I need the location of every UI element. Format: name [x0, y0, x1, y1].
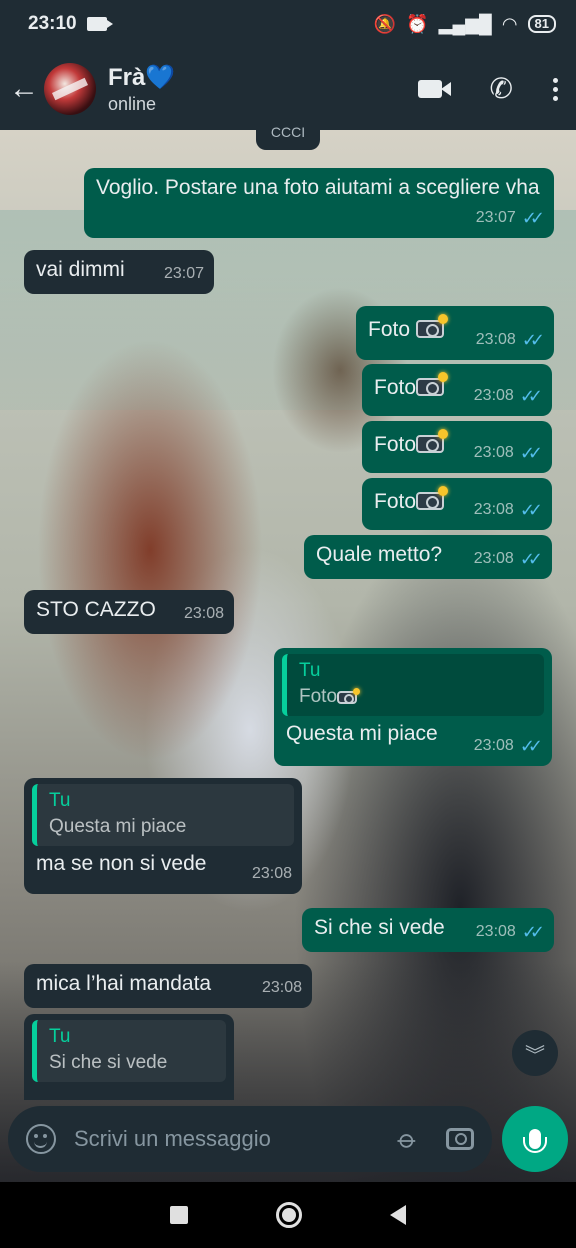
quote-text: Foto — [299, 684, 534, 710]
camera-flash-icon — [415, 314, 448, 338]
read-ticks-icon: ✓✓ — [519, 386, 543, 406]
quoted-message[interactable]: Tu Foto — [282, 654, 544, 716]
read-ticks-icon: ✓✓ — [519, 549, 543, 569]
emoji-icon[interactable] — [26, 1124, 56, 1154]
battery-icon: 81 — [527, 15, 556, 33]
message-out[interactable]: Foto 23:08 ✓✓ — [362, 478, 552, 530]
chat-header: ← Frà💙 online ✆ — [0, 48, 576, 130]
message-meta: 23:08 — [183, 605, 224, 622]
back-arrow-icon[interactable]: ← — [8, 72, 40, 106]
alarm-icon: ⏰ — [406, 14, 429, 34]
message-meta: 23:08 ✓✓ — [476, 918, 545, 946]
message-meta: 23:08 ✓✓ — [476, 326, 545, 354]
double-chevron-down-icon: ︾ — [525, 1044, 545, 1067]
recents-button[interactable] — [170, 1206, 188, 1224]
contact-avatar[interactable] — [44, 63, 96, 115]
camera-icon[interactable] — [446, 1128, 474, 1150]
status-bar: 23:10 🔕 ⏰ ▂▄▆█ ◠ 81 — [0, 0, 576, 48]
message-meta: 23:08 — [261, 979, 302, 996]
message-in[interactable]: vai dimmi 23:07 — [24, 250, 214, 294]
message-meta: 23:08 — [251, 865, 292, 882]
message-meta: 23:08 ✓✓ — [474, 732, 543, 760]
mute-bell-icon: 🔕 — [373, 14, 397, 34]
message-in[interactable]: STO CAZZO 23:08 — [24, 590, 234, 634]
contact-status: online — [108, 94, 157, 114]
back-button[interactable] — [390, 1205, 406, 1225]
message-text: mica l’hai mandata — [36, 972, 212, 995]
more-options-icon[interactable] — [553, 77, 558, 101]
message-out[interactable]: Foto 23:08 ✓✓ — [362, 421, 552, 473]
message-meta: 23:07 — [163, 265, 204, 282]
quote-author: Tu — [49, 790, 71, 811]
quote-text: Questa mi piace — [49, 816, 187, 837]
quote-author: Tu — [299, 660, 321, 681]
message-text: STO CAZZO — [36, 598, 156, 621]
message-text: Foto — [368, 318, 416, 341]
system-nav-bar — [0, 1182, 576, 1248]
quoted-message[interactable]: Tu Si che si vede — [32, 1020, 226, 1082]
message-text: Foto — [374, 433, 417, 456]
message-text: Si che si vede — [314, 916, 445, 939]
voice-message-button[interactable] — [502, 1106, 568, 1172]
message-out[interactable]: Foto 23:08 ✓✓ — [362, 364, 552, 416]
contact-name: Frà💙 — [108, 64, 176, 91]
message-text: Foto — [374, 490, 417, 513]
message-text: Foto — [374, 376, 417, 399]
message-in[interactable]: mica l’hai mandata 23:08 — [24, 964, 312, 1008]
home-button[interactable] — [276, 1202, 302, 1228]
read-ticks-icon: ✓✓ — [521, 922, 545, 942]
read-ticks-icon: ✓✓ — [521, 208, 545, 228]
message-out-reply[interactable]: Tu Foto Questa mi piace 23:08 ✓✓ — [274, 648, 552, 766]
camera-flash-icon — [416, 372, 449, 396]
camera-flash-icon — [337, 688, 361, 704]
message-input[interactable]: Scrivi un messaggio — [74, 1126, 400, 1152]
video-call-icon[interactable] — [417, 80, 451, 98]
read-ticks-icon: ✓✓ — [519, 736, 543, 756]
contact-info[interactable]: Frà💙 online — [108, 63, 175, 115]
status-icons: 🔕 ⏰ ▂▄▆█ ◠ 81 — [374, 15, 556, 33]
read-ticks-icon: ✓✓ — [519, 500, 543, 520]
message-out[interactable]: Foto 23:08 ✓✓ — [356, 306, 554, 360]
camera-flash-icon — [416, 486, 449, 510]
screen-record-icon — [86, 17, 113, 31]
message-meta: 23:08 ✓✓ — [474, 382, 543, 410]
quoted-message[interactable]: Tu Questa mi piace — [32, 784, 294, 846]
read-ticks-icon: ✓✓ — [519, 443, 543, 463]
clipped-message: CCCI — [256, 122, 320, 150]
header-actions: ✆ — [417, 75, 562, 103]
message-in-reply[interactable]: Tu Questa mi piace ma se non si vede 23:… — [24, 778, 302, 894]
message-out[interactable]: Quale metto? 23:08 ✓✓ — [304, 535, 552, 579]
quote-author: Tu — [49, 1026, 71, 1047]
wifi-icon: ◠ — [501, 14, 518, 34]
voice-call-icon[interactable]: ✆ — [490, 75, 513, 103]
message-out[interactable]: Si che si vede 23:08 ✓✓ — [302, 908, 554, 952]
microphone-icon — [523, 1129, 547, 1153]
message-composer: Scrivi un messaggio ⌀ — [8, 1106, 492, 1172]
signal-icon: ▂▄▆█ — [438, 14, 492, 34]
read-ticks-icon: ✓✓ — [521, 330, 545, 350]
message-meta: 23:08 ✓✓ — [474, 496, 543, 524]
status-time: 23:10 — [28, 13, 77, 34]
camera-flash-icon — [416, 429, 449, 453]
message-text: Quale metto? — [316, 543, 443, 566]
message-meta: 23:08 ✓✓ — [474, 439, 543, 467]
scroll-to-bottom-button[interactable]: ︾ — [512, 1030, 558, 1076]
quote-text: Si che si vede — [49, 1052, 168, 1073]
message-text: vai dimmi — [36, 258, 125, 281]
message-out[interactable]: Voglio. Postare una foto aiutami a scegl… — [84, 168, 554, 238]
message-meta: 23:08 ✓✓ — [474, 545, 543, 573]
message-in-reply[interactable]: Tu Si che si vede — [24, 1014, 234, 1100]
message-text: Voglio. Postare una foto aiutami a scegl… — [96, 176, 540, 199]
message-meta: 23:07 ✓✓ — [476, 204, 545, 232]
